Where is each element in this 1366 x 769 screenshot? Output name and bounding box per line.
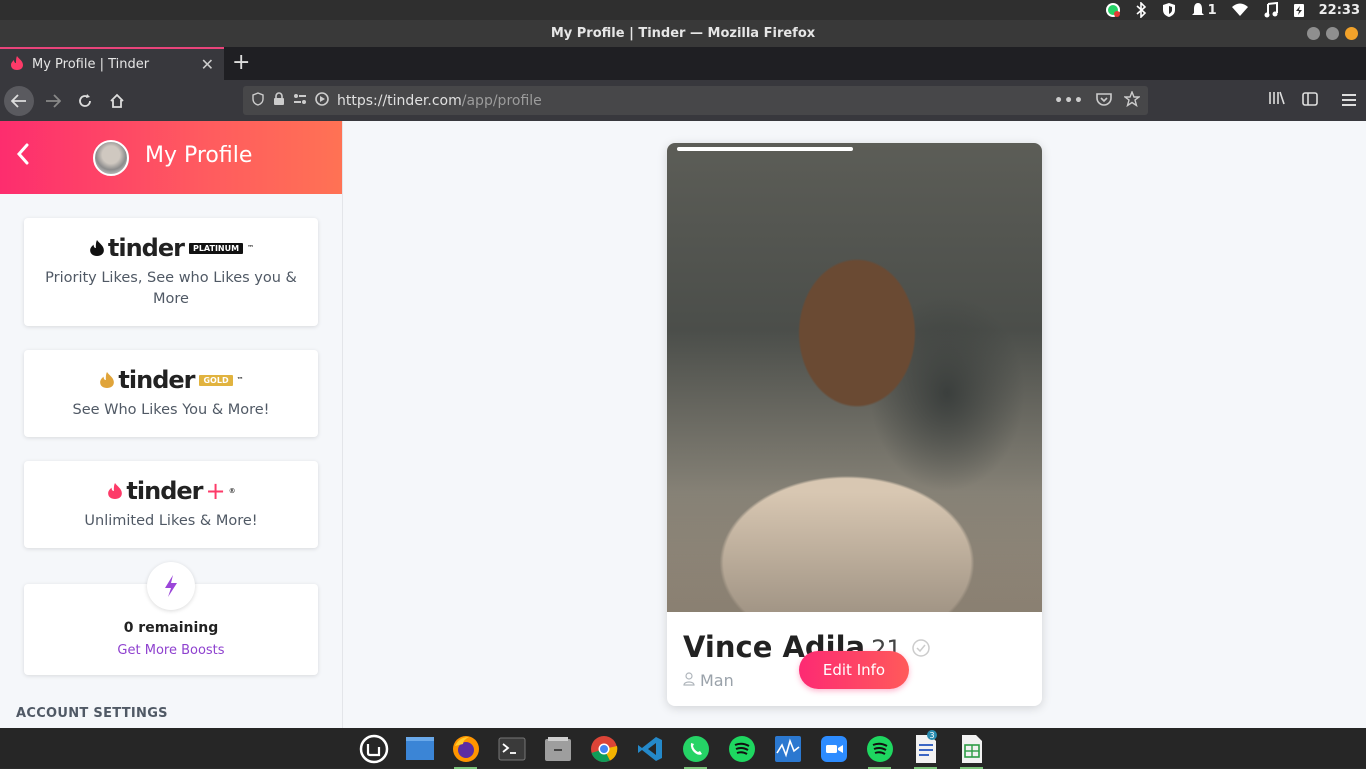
clock[interactable]: 22:33 (1319, 3, 1360, 18)
back-arrow-icon[interactable] (16, 143, 30, 171)
vscode-icon[interactable] (632, 732, 667, 765)
page-actions-icon[interactable]: ••• (1054, 93, 1084, 109)
library-icon[interactable] (1268, 90, 1286, 110)
tab-close-icon[interactable]: ✕ (201, 55, 214, 74)
bluetooth-icon[interactable] (1135, 2, 1147, 18)
profile-photo[interactable] (667, 143, 1042, 612)
spreadsheet-icon[interactable] (954, 732, 989, 769)
reload-button[interactable] (70, 86, 100, 116)
edit-info-button[interactable]: Edit Info (799, 651, 909, 689)
bookmark-star-icon[interactable] (1122, 90, 1142, 111)
whatsapp-icon[interactable] (678, 732, 713, 769)
chrome-icon[interactable] (586, 732, 621, 765)
new-tab-button[interactable]: + (232, 50, 250, 75)
gold-description: See Who Likes You & More! (72, 402, 270, 418)
navigation-bar: https://tinder.com/app/profile ••• (0, 80, 1366, 121)
spotify-icon[interactable] (724, 732, 759, 765)
url-host: https://tinder.com (337, 92, 462, 109)
url-path: /app/profile (461, 92, 542, 109)
photo-shade (667, 492, 1042, 612)
boost-card[interactable]: 0 remaining Get More Boosts (24, 562, 318, 675)
platinum-description: Priority Likes, See who Likes you & More (45, 270, 297, 307)
brand-wordmark: tinder (126, 477, 203, 505)
tab-strip: My Profile | Tinder ✕ + (0, 47, 1366, 80)
profile-card: Vince Adila 21 Man Edit Info (667, 143, 1042, 706)
wifi-icon[interactable] (1231, 3, 1249, 17)
back-button[interactable] (4, 86, 34, 116)
pocket-icon[interactable] (1096, 92, 1112, 110)
shield-icon[interactable] (1161, 2, 1177, 18)
permissions-icon[interactable] (293, 93, 307, 109)
get-more-boosts-link[interactable]: Get More Boosts (24, 643, 318, 658)
page-content: My Profile tinder PLATINUM ™ Priority Lik… (0, 121, 1366, 728)
window-titlebar: My Profile | Tinder — Mozilla Firefox (0, 20, 1366, 47)
brand-wordmark: tinder (107, 234, 185, 262)
boosts-remaining: 0 remaining (123, 620, 219, 636)
tinder-plus-card[interactable]: tinder + ® Unlimited Likes & More! (24, 461, 318, 548)
tinder-platinum-logo: tinder PLATINUM ™ (24, 234, 318, 262)
files-icon[interactable] (540, 732, 575, 765)
platinum-badge: PLATINUM (188, 242, 244, 254)
tab-title: My Profile | Tinder (32, 57, 150, 72)
window-controls (1307, 27, 1358, 40)
terminal-icon[interactable] (494, 732, 529, 765)
avatar[interactable] (93, 140, 129, 176)
forward-button[interactable] (38, 86, 68, 116)
sidebar-header: My Profile (0, 121, 342, 194)
close-window-button[interactable] (1345, 27, 1358, 40)
autoplay-blocked-icon[interactable] (315, 91, 329, 110)
lock-icon[interactable] (273, 91, 285, 110)
tracking-shield-icon[interactable] (251, 91, 265, 110)
profile-sidebar: My Profile tinder PLATINUM ™ Priority Lik… (0, 121, 343, 728)
system-tray: 1 22:33 (1105, 0, 1360, 20)
spotify-icon-2[interactable] (862, 732, 897, 769)
tinder-platinum-card[interactable]: tinder PLATINUM ™ Priority Likes, See who… (24, 218, 318, 326)
mint-menu-icon[interactable] (356, 732, 391, 765)
desktop-icon[interactable] (402, 732, 437, 765)
gold-badge: GOLD (199, 374, 233, 386)
battery-charging-icon[interactable] (1293, 2, 1305, 18)
tinder-gold-logo: tinder GOLD ™ (24, 366, 318, 394)
system-top-bar: 1 22:33 (0, 0, 1366, 20)
profile-gender-row: Man (683, 671, 734, 690)
zoom-icon[interactable] (816, 732, 851, 765)
profile-gender: Man (700, 671, 734, 690)
minimize-button[interactable] (1307, 27, 1320, 40)
system-monitor-icon[interactable] (770, 732, 805, 765)
window-count-badge: 3 (927, 730, 937, 740)
sidebar-toggle-icon[interactable] (1302, 91, 1318, 110)
notification-count: 1 (1207, 2, 1217, 18)
tinder-plus-logo: tinder + ® (24, 477, 318, 505)
plus-description: Unlimited Likes & More! (84, 513, 258, 529)
address-bar[interactable]: https://tinder.com/app/profile ••• (243, 86, 1148, 115)
firefox-icon[interactable] (448, 732, 483, 769)
window-title: My Profile | Tinder — Mozilla Firefox (550, 26, 816, 41)
person-icon (683, 671, 695, 690)
tinder-gold-card[interactable]: tinder GOLD ™ See Who Likes You & More! (24, 350, 318, 437)
whatsapp-tray-icon[interactable] (1105, 2, 1121, 18)
boost-lightning-icon (147, 562, 195, 610)
home-button[interactable] (102, 86, 132, 116)
photo-progress-bar (677, 147, 853, 151)
text-editor-icon[interactable]: 3 (908, 730, 943, 769)
page-title: My Profile (145, 143, 253, 168)
hamburger-menu-icon[interactable] (1342, 91, 1356, 110)
maximize-button[interactable] (1326, 27, 1339, 40)
tinder-flame-favicon-icon (10, 55, 24, 75)
verified-check-icon (912, 630, 930, 664)
notification-bell-icon[interactable]: 1 (1191, 2, 1217, 18)
plus-sign: + (205, 477, 225, 505)
account-settings-heading: ACCOUNT SETTINGS (16, 706, 168, 721)
music-note-icon[interactable] (1263, 2, 1279, 18)
brand-wordmark: tinder (118, 366, 195, 394)
browser-tab-active[interactable]: My Profile | Tinder ✕ (0, 47, 224, 80)
taskbar: 3 (0, 728, 1366, 769)
